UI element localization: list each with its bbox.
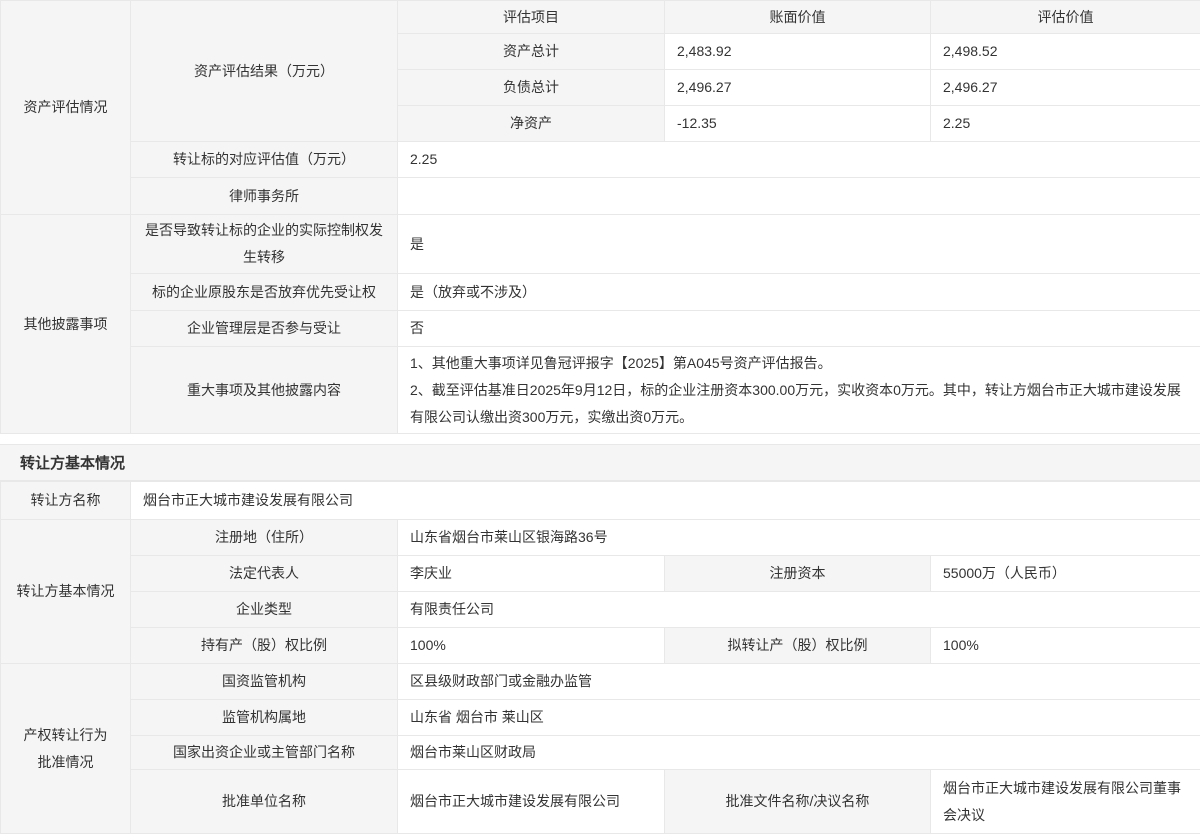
value-approval-document: 烟台市正大城市建设发展有限公司董事会决议 — [931, 770, 1200, 834]
label-total-liabilities: 负债总计 — [398, 70, 665, 106]
value-enterprise-type: 有限责任公司 — [398, 592, 1200, 628]
label-registered-address: 注册地（住所） — [131, 520, 398, 556]
value-legal-representative: 李庆业 — [398, 556, 665, 592]
label-approval-document: 批准文件名称/决议名称 — [665, 770, 931, 834]
label-holding-ratio: 持有产（股）权比例 — [131, 628, 398, 664]
value-control-transfer: 是 — [398, 215, 1200, 274]
value-total-liabilities-eval: 2,496.27 — [931, 70, 1200, 106]
label-state-asset-supervisor: 国资监管机构 — [131, 664, 398, 700]
label-control-transfer: 是否导致转让标的企业的实际控制权发生转移 — [131, 215, 398, 274]
label-major-matters: 重大事项及其他披露内容 — [131, 347, 398, 434]
label-legal-representative: 法定代表人 — [131, 556, 398, 592]
table-row: 企业类型 有限责任公司 — [1, 592, 1200, 628]
table-row: 监管机构属地 山东省 烟台市 莱山区 — [1, 700, 1200, 736]
label-transferor-name: 转让方名称 — [1, 482, 131, 520]
label-approval-unit: 批准单位名称 — [131, 770, 398, 834]
label-target-eval-value: 转让标的对应评估值（万元） — [131, 142, 398, 178]
value-state-asset-supervisor: 区县级财政部门或金融办监管 — [398, 664, 1200, 700]
value-total-assets-eval: 2,498.52 — [931, 34, 1200, 70]
label-enterprise-type: 企业类型 — [131, 592, 398, 628]
label-eval-result: 资产评估结果（万元） — [131, 1, 398, 142]
group-label-asset-evaluation: 资产评估情况 — [1, 1, 131, 215]
value-supervisor-location: 山东省 烟台市 莱山区 — [398, 700, 1200, 736]
major-matters-line-1: 1、其他重大事项详见鲁冠评报字【2025】第A045号资产评估报告。 — [410, 350, 1188, 377]
value-net-assets-book: -12.35 — [665, 106, 931, 142]
value-major-matters: 1、其他重大事项详见鲁冠评报字【2025】第A045号资产评估报告。 2、截至评… — [398, 347, 1200, 434]
col-header-eval-item: 评估项目 — [398, 1, 665, 34]
label-waive-preemptive-right: 标的企业原股东是否放弃优先受让权 — [131, 274, 398, 311]
table-row: 国家出资企业或主管部门名称 烟台市莱山区财政局 — [1, 736, 1200, 770]
group-approval-line-1: 产权转让行为 — [13, 722, 118, 749]
col-header-book-value: 账面价值 — [665, 1, 931, 34]
value-registered-capital: 55000万（人民币） — [931, 556, 1200, 592]
asset-evaluation-table: 资产评估情况 资产评估结果（万元） 评估项目 账面价值 评估价值 资产总计 2,… — [0, 0, 1200, 434]
transferor-info-table: 转让方名称 烟台市正大城市建设发展有限公司 转让方基本情况 注册地（住所） 山东… — [0, 481, 1200, 834]
group-approval-line-2: 批准情况 — [13, 749, 118, 776]
label-net-assets: 净资产 — [398, 106, 665, 142]
value-total-assets-book: 2,483.92 — [665, 34, 931, 70]
table-row: 企业管理层是否参与受让 否 — [1, 311, 1200, 347]
value-target-eval-value: 2.25 — [398, 142, 1200, 178]
value-proposed-transfer-ratio: 100% — [931, 628, 1200, 664]
table-row: 转让方名称 烟台市正大城市建设发展有限公司 — [1, 482, 1200, 520]
table-row: 法定代表人 李庆业 注册资本 55000万（人民币） — [1, 556, 1200, 592]
table-row: 转让方基本情况 注册地（住所） 山东省烟台市莱山区银海路36号 — [1, 520, 1200, 556]
label-state-funded-enterprise: 国家出资企业或主管部门名称 — [131, 736, 398, 770]
value-net-assets-eval: 2.25 — [931, 106, 1200, 142]
group-label-transfer-approval: 产权转让行为 批准情况 — [1, 664, 131, 834]
table-row: 重大事项及其他披露内容 1、其他重大事项详见鲁冠评报字【2025】第A045号资… — [1, 347, 1200, 434]
value-total-liabilities-book: 2,496.27 — [665, 70, 931, 106]
value-approval-unit: 烟台市正大城市建设发展有限公司 — [398, 770, 665, 834]
col-header-eval-value: 评估价值 — [931, 1, 1200, 34]
value-registered-address: 山东省烟台市莱山区银海路36号 — [398, 520, 1200, 556]
table-row: 产权转让行为 批准情况 国资监管机构 区县级财政部门或金融办监管 — [1, 664, 1200, 700]
label-proposed-transfer-ratio: 拟转让产（股）权比例 — [665, 628, 931, 664]
value-state-funded-enterprise: 烟台市莱山区财政局 — [398, 736, 1200, 770]
major-matters-line-2: 2、截至评估基准日2025年9月12日，标的企业注册资本300.00万元，实收资… — [410, 377, 1188, 431]
section-header-transferor-basic-info: 转让方基本情况 — [0, 444, 1200, 481]
group-label-other-disclosure: 其他披露事项 — [1, 215, 131, 434]
value-management-participation: 否 — [398, 311, 1200, 347]
group-label-transferor-basic-info: 转让方基本情况 — [1, 520, 131, 664]
value-transferor-name: 烟台市正大城市建设发展有限公司 — [131, 482, 1200, 520]
label-law-firm: 律师事务所 — [131, 178, 398, 215]
value-holding-ratio: 100% — [398, 628, 665, 664]
table-row: 律师事务所 — [1, 178, 1200, 215]
label-management-participation: 企业管理层是否参与受让 — [131, 311, 398, 347]
value-waive-preemptive-right: 是（放弃或不涉及） — [398, 274, 1200, 311]
value-law-firm — [398, 178, 1200, 215]
label-supervisor-location: 监管机构属地 — [131, 700, 398, 736]
table-row: 批准单位名称 烟台市正大城市建设发展有限公司 批准文件名称/决议名称 烟台市正大… — [1, 770, 1200, 834]
table-row: 持有产（股）权比例 100% 拟转让产（股）权比例 100% — [1, 628, 1200, 664]
label-registered-capital: 注册资本 — [665, 556, 931, 592]
table-row: 标的企业原股东是否放弃优先受让权 是（放弃或不涉及） — [1, 274, 1200, 311]
table-row: 其他披露事项 是否导致转让标的企业的实际控制权发生转移 是 — [1, 215, 1200, 274]
table-row: 转让标的对应评估值（万元） 2.25 — [1, 142, 1200, 178]
label-total-assets: 资产总计 — [398, 34, 665, 70]
